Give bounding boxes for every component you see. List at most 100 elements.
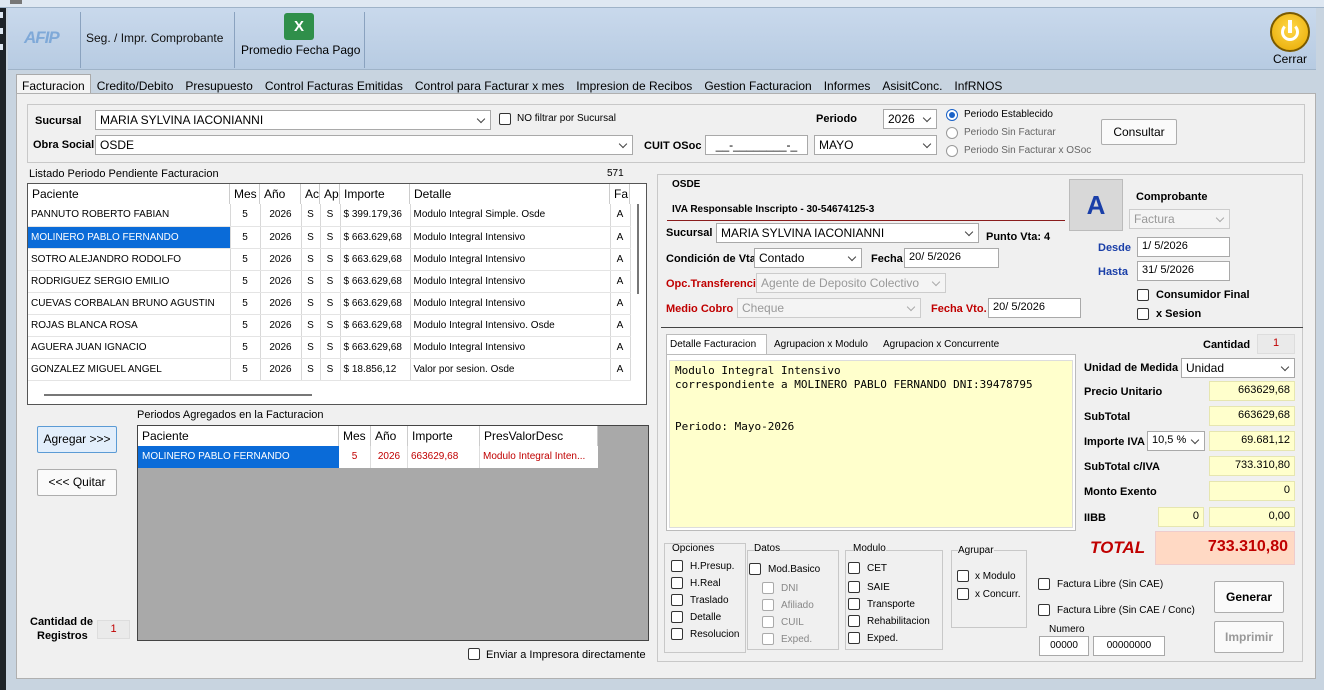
- col-mes[interactable]: Mes: [230, 184, 260, 204]
- h-real-checkbox[interactable]: [671, 577, 683, 589]
- hasta-date[interactable]: 31/ 5/2026: [1137, 261, 1230, 281]
- consultar-button[interactable]: Consultar: [1101, 119, 1177, 145]
- cet-checkbox[interactable]: [848, 562, 860, 574]
- detalle-textarea[interactable]: Modulo Integral Intensivo correspondient…: [669, 360, 1073, 528]
- generar-button[interactable]: Generar: [1214, 581, 1284, 613]
- x-concurr-checkbox[interactable]: [957, 588, 969, 600]
- col-ap[interactable]: Ap: [320, 184, 340, 204]
- cerrar-button[interactable]: Cerrar: [1273, 52, 1307, 66]
- cantidad-registros-value: 1: [97, 620, 130, 639]
- tab-presupuesto[interactable]: Presupuesto: [179, 74, 258, 94]
- traslado-checkbox[interactable]: [671, 594, 683, 606]
- saie-checkbox[interactable]: [848, 581, 860, 593]
- h-presup-checkbox[interactable]: [671, 560, 683, 572]
- agregar-button[interactable]: Agregar >>>: [37, 426, 117, 453]
- imprimir-button[interactable]: Imprimir: [1214, 621, 1284, 653]
- obra-social-combo[interactable]: OSDE: [95, 135, 633, 155]
- cantidad-value[interactable]: 1: [1257, 334, 1295, 354]
- table-row[interactable]: RODRIGUEZ SERGIO EMILIO 5 2026 S S $ 663.629,…: [28, 270, 631, 293]
- tab-agrupacion-concurrente[interactable]: Agrupacion x Concurrente: [883, 339, 999, 350]
- comprobante-combo[interactable]: Factura: [1129, 209, 1230, 229]
- x-sesion-checkbox[interactable]: [1137, 308, 1149, 320]
- sucursal-combo[interactable]: MARIA SYLVINA IACONIANNI: [95, 110, 491, 130]
- medio-cobro-combo[interactable]: Cheque: [737, 298, 921, 318]
- desde-date[interactable]: 1/ 5/2026: [1137, 237, 1230, 257]
- col-anio[interactable]: Año: [371, 426, 408, 446]
- tab-impresion-recibos[interactable]: Impresion de Recibos: [570, 74, 698, 94]
- table-row-selected[interactable]: MOLINERO PABLO FERNANDO 5 2026 S S $ 663.629,…: [28, 226, 631, 249]
- precio-unitario-value[interactable]: 663629,68: [1209, 381, 1295, 401]
- detalle-checkbox[interactable]: [671, 611, 683, 623]
- periodo-sin-facturar-radio[interactable]: [946, 127, 958, 139]
- month-combo[interactable]: MAYO: [814, 135, 937, 155]
- tab-gestion-facturacion[interactable]: Gestion Facturacion: [698, 74, 817, 94]
- mod-basico-checkbox[interactable]: [749, 563, 761, 575]
- table-row[interactable]: PANNUTO ROBERTO FABIAN 5 2026 S S $ 399.179,3…: [28, 204, 631, 227]
- numero-comprobante-input[interactable]: 00000000: [1093, 636, 1165, 656]
- iibb-rate[interactable]: 0: [1158, 507, 1204, 527]
- tab-control-facturas[interactable]: Control Facturas Emitidas: [259, 74, 409, 94]
- table-row[interactable]: AGUERA JUAN IGNACIO 5 2026 S S $ 663.629,68 Mo…: [28, 336, 631, 359]
- periodo-establecido-radio[interactable]: [946, 109, 958, 121]
- tab-infrnos[interactable]: InfRNOS: [948, 74, 1008, 94]
- enviar-impresora-checkbox[interactable]: [468, 648, 480, 660]
- exped-modulo-checkbox[interactable]: [848, 632, 860, 644]
- resolucion-checkbox[interactable]: [671, 628, 683, 640]
- rehabilitacion-checkbox[interactable]: [848, 615, 860, 627]
- col-paciente[interactable]: Paciente: [138, 426, 339, 446]
- tab-detalle-facturacion[interactable]: Detalle Facturacion: [666, 334, 767, 354]
- quitar-button[interactable]: <<< Quitar: [37, 469, 117, 496]
- fecha-vto-date[interactable]: 20/ 5/2026: [988, 298, 1081, 318]
- afiliado-checkbox[interactable]: [762, 599, 774, 611]
- no-filtrar-checkbox[interactable]: [499, 113, 511, 125]
- cuil-checkbox[interactable]: [762, 616, 774, 628]
- tab-agrupacion-modulo[interactable]: Agrupacion x Modulo: [774, 339, 868, 350]
- promedio-fecha-pago-button[interactable]: Promedio Fecha Pago: [241, 43, 360, 57]
- tab-facturacion[interactable]: Facturacion: [16, 74, 91, 94]
- year-combo[interactable]: 2026: [883, 109, 937, 129]
- table-row[interactable]: GONZALEZ MIGUEL ANGEL 5 2026 S S $ 18.856,12 V…: [28, 358, 631, 381]
- numero-punto-input[interactable]: 00000: [1039, 636, 1089, 656]
- cell-fa: A: [610, 314, 631, 337]
- col-fa[interactable]: Fa: [610, 184, 630, 204]
- excel-icon[interactable]: X: [284, 13, 314, 40]
- power-icon[interactable]: [1270, 12, 1310, 52]
- dni-checkbox[interactable]: [762, 582, 774, 594]
- condicion-vta-combo[interactable]: Contado: [754, 248, 862, 268]
- unidad-medida-combo[interactable]: Unidad: [1181, 358, 1295, 378]
- seg-impr-comprobante-button[interactable]: Seg. / Impr. Comprobante: [86, 31, 223, 45]
- col-mes[interactable]: Mes: [339, 426, 371, 446]
- cell-importe: 663629,68: [408, 446, 480, 468]
- factura-libre-conc-checkbox[interactable]: [1038, 604, 1050, 616]
- transporte-checkbox[interactable]: [848, 598, 860, 610]
- table-row[interactable]: ROJAS BLANCA ROSA 5 2026 S S $ 663.629,68 Modu…: [28, 314, 631, 337]
- tab-informes[interactable]: Informes: [818, 74, 877, 94]
- iva-rate-combo[interactable]: 10,5 %: [1147, 431, 1205, 451]
- tab-asisitconc[interactable]: AsisitConc.: [876, 74, 948, 94]
- tab-control-facturar-mes[interactable]: Control para Facturar x mes: [409, 74, 570, 94]
- factura-libre-checkbox[interactable]: [1038, 578, 1050, 590]
- vertical-scrollbar[interactable]: [637, 204, 639, 294]
- horizontal-scrollbar[interactable]: [44, 394, 312, 396]
- periodo-sin-facturar-osoc-radio[interactable]: [946, 145, 958, 157]
- exped-datos-checkbox[interactable]: [762, 633, 774, 645]
- monto-exento-value[interactable]: 0: [1209, 481, 1295, 501]
- table-row[interactable]: SOTRO ALEJANDRO RODOLFO 5 2026 S S $ 663.629,…: [28, 248, 631, 271]
- cuit-osoc-input[interactable]: __-________-_: [705, 135, 808, 155]
- table-row[interactable]: CUEVAS CORBALAN BRUNO AGUSTIN 5 2026 S S $ 66…: [28, 292, 631, 315]
- col-importe[interactable]: Importe: [340, 184, 410, 204]
- consumidor-final-checkbox[interactable]: [1137, 289, 1149, 301]
- fecha-date[interactable]: 20/ 5/2026: [904, 248, 999, 268]
- comp-sucursal-combo[interactable]: MARIA SYLVINA IACONIANNI: [716, 223, 979, 243]
- col-anio[interactable]: Año: [260, 184, 301, 204]
- tab-credito-debito[interactable]: Credito/Debito: [91, 74, 180, 94]
- x-modulo-checkbox[interactable]: [957, 570, 969, 582]
- col-detalle[interactable]: Detalle: [410, 184, 610, 204]
- cell-ac: S: [301, 248, 321, 271]
- opc-transferencia-combo[interactable]: Agente de Deposito Colectivo: [756, 273, 946, 293]
- col-presvalordesc[interactable]: PresValorDesc: [480, 426, 598, 446]
- col-paciente[interactable]: Paciente: [28, 184, 230, 204]
- table-row[interactable]: MOLINERO PABLO FERNANDO 5 2026 663629,68…: [138, 446, 598, 468]
- col-importe[interactable]: Importe: [408, 426, 480, 446]
- col-ac[interactable]: Ac: [301, 184, 320, 204]
